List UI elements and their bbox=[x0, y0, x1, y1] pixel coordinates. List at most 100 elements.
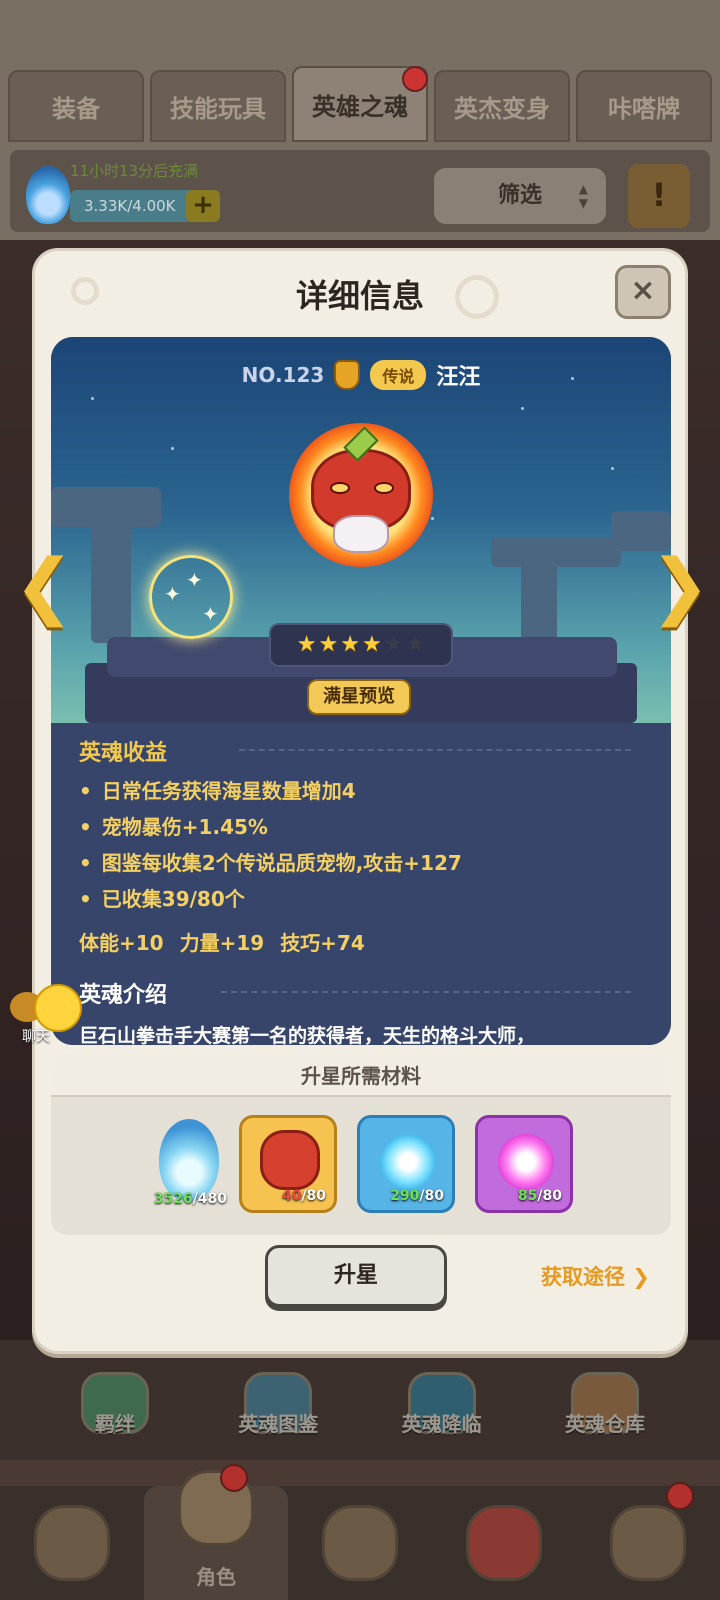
totem-icon bbox=[610, 1505, 686, 1581]
hero-portrait bbox=[289, 423, 433, 567]
refill-timer: 11小时13分后充满 bbox=[70, 162, 199, 180]
cat-face-icon bbox=[333, 515, 389, 553]
dialog-title: 详细信息 bbox=[295, 277, 424, 315]
notification-badge-icon bbox=[666, 1482, 694, 1510]
feature-label: 英魂仓库 bbox=[564, 1412, 645, 1436]
eye bbox=[374, 482, 394, 494]
star-filled-icon: ★ bbox=[362, 632, 382, 657]
stone-pillar bbox=[91, 523, 131, 643]
blue-essence-icon bbox=[380, 1134, 436, 1190]
star-empty-icon: ★ bbox=[405, 632, 426, 657]
next-hero-arrow-icon[interactable]: ❯ bbox=[649, 549, 711, 621]
star-filled-icon: ★ bbox=[318, 632, 339, 657]
stone-pillar bbox=[521, 563, 557, 643]
nav-totem[interactable] bbox=[576, 1482, 720, 1600]
rarity-badge: 传说 bbox=[370, 360, 427, 390]
filter-label: 筛选 bbox=[497, 183, 542, 208]
blue-flame-icon bbox=[159, 1119, 219, 1201]
materials-title: 升星所需材料 bbox=[51, 1055, 671, 1097]
tab-equipment[interactable]: 装备 bbox=[8, 70, 144, 142]
tab-kada-cards[interactable]: 咔嗒牌 bbox=[576, 70, 712, 142]
bonus-item: 日常任务获得海星数量增加4 bbox=[79, 773, 639, 809]
shield-icon bbox=[334, 360, 361, 390]
nav-caveman[interactable] bbox=[0, 1486, 144, 1600]
hero-name: 汪汪 bbox=[436, 365, 481, 390]
nav-label: 角色 bbox=[196, 1565, 236, 1589]
bonus-item: 宠物暴伤+1.45% bbox=[79, 809, 639, 845]
sky-star bbox=[171, 447, 174, 450]
material-count: 85/80 bbox=[517, 1188, 562, 1204]
bonus-title: 英魂收益 bbox=[79, 741, 168, 766]
feature-codex[interactable]: 英魂图鉴 bbox=[203, 1372, 353, 1462]
material-blue-flame[interactable]: 3526/480 bbox=[137, 1115, 235, 1213]
stone-pillar bbox=[491, 537, 621, 567]
feature-storage[interactable]: 英魂仓库 bbox=[530, 1372, 680, 1462]
sky-star bbox=[611, 467, 614, 470]
material-count: 290/80 bbox=[390, 1188, 444, 1204]
max-star-preview-button[interactable]: 满星预览 bbox=[307, 679, 411, 715]
hero-card: NO.123 传说 汪汪 ✦ ✦ ✦ ★★★★★★ 满星预览 英魂收益 日常任务… bbox=[51, 337, 671, 1045]
chat-label: 聊天 bbox=[22, 1029, 50, 1045]
info-scroll-button[interactable]: ! bbox=[628, 164, 690, 228]
bonus-item: 图鉴每收集2个传说品质宠物,攻击+127 bbox=[79, 845, 639, 881]
feature-label: 羁绊 bbox=[95, 1412, 135, 1436]
stone-pillar bbox=[51, 487, 161, 527]
feature-label: 英魂降临 bbox=[401, 1412, 482, 1436]
material-count: 3526/480 bbox=[153, 1191, 227, 1207]
tab-hero-transform[interactable]: 英杰变身 bbox=[434, 70, 570, 142]
chat-button[interactable]: 聊天 bbox=[8, 984, 84, 1045]
notification-badge-icon bbox=[402, 66, 428, 92]
nav-character[interactable]: 角色 bbox=[144, 1464, 288, 1600]
intro-title: 英魂介绍 bbox=[79, 983, 168, 1008]
star-filled-icon: ★ bbox=[296, 632, 317, 657]
intro-text: 巨石山拳击手大赛第一名的获得者，天生的格斗大师， bbox=[79, 1025, 536, 1045]
notification-badge-icon bbox=[220, 1464, 248, 1492]
previous-hero-arrow-icon[interactable]: ❮ bbox=[13, 549, 75, 621]
divider bbox=[239, 749, 631, 751]
star-empty-icon: ★ bbox=[383, 632, 404, 657]
stat-skill: 技巧+74 bbox=[280, 931, 365, 955]
star-filled-icon: ★ bbox=[340, 632, 360, 657]
materials-panel: 升星所需材料 3526/480 40/80 290/80 85/80 bbox=[51, 1055, 671, 1235]
bonus-list: 日常任务获得海星数量增加4 宠物暴伤+1.45% 图鉴每收集2个传说品质宠物,攻… bbox=[79, 773, 639, 917]
tab-skill-toys[interactable]: 技能玩具 bbox=[150, 70, 286, 142]
feature-bond[interactable]: 羁绊 bbox=[40, 1372, 190, 1462]
nav-weapon[interactable] bbox=[288, 1486, 432, 1600]
purple-essence-icon bbox=[498, 1134, 554, 1190]
hero-fragment-icon bbox=[260, 1130, 320, 1190]
nav-pet[interactable] bbox=[432, 1486, 576, 1600]
stat-bonuses: 体能+10 力量+19 技巧+74 bbox=[79, 927, 365, 956]
divider bbox=[221, 991, 631, 993]
close-button[interactable]: × bbox=[615, 265, 671, 319]
weapon-icon bbox=[322, 1505, 398, 1581]
bottom-navigation: 角色 bbox=[0, 1464, 720, 1600]
smiley-icon bbox=[34, 984, 82, 1032]
sparkle-orb-icon: ✦ ✦ ✦ bbox=[149, 555, 233, 639]
feature-summon[interactable]: 英魂降临 bbox=[367, 1372, 517, 1462]
add-energy-button[interactable]: + bbox=[186, 190, 220, 222]
eye bbox=[330, 482, 350, 494]
category-tabs: 装备 技能玩具 英雄之魂 英杰变身 咔嗒牌 bbox=[0, 66, 720, 146]
hero-number: NO.123 bbox=[241, 363, 325, 387]
hero-header: NO.123 传说 汪汪 bbox=[51, 357, 671, 393]
material-hero-fragment[interactable]: 40/80 bbox=[239, 1115, 337, 1213]
soul-flame-icon bbox=[26, 166, 70, 224]
sky-star bbox=[91, 397, 94, 400]
sort-arrows-icon: ▲ ▼ bbox=[578, 182, 588, 210]
pet-icon bbox=[466, 1505, 542, 1581]
filter-button[interactable]: 筛选 ▲ ▼ bbox=[434, 168, 606, 224]
sky-star bbox=[521, 407, 524, 410]
caveman-icon bbox=[34, 1505, 110, 1581]
material-purple-essence[interactable]: 85/80 bbox=[475, 1115, 573, 1213]
material-count: 40/80 bbox=[281, 1188, 326, 1204]
bonus-item: 已收集39/80个 bbox=[79, 881, 639, 917]
upgrade-star-button[interactable]: 升星 bbox=[265, 1245, 447, 1307]
feature-shortcuts: 羁绊 英魂图鉴 英魂降临 英魂仓库 bbox=[40, 1372, 680, 1462]
star-rating: ★ ★ ★ ★ ★ ★ bbox=[269, 623, 453, 667]
hero-detail-dialog: 详细信息 × NO.123 传说 汪汪 ✦ ✦ ✦ ★ ★ ★ ★ ★ ★ 满星… bbox=[14, 248, 710, 1354]
material-blue-essence[interactable]: 290/80 bbox=[357, 1115, 455, 1213]
feature-label: 英魂图鉴 bbox=[238, 1412, 319, 1436]
stat-strength: 力量+19 bbox=[179, 931, 265, 955]
stat-stamina: 体能+10 bbox=[79, 931, 164, 955]
obtain-source-link[interactable]: 获取途径 ❯ bbox=[541, 1261, 650, 1291]
